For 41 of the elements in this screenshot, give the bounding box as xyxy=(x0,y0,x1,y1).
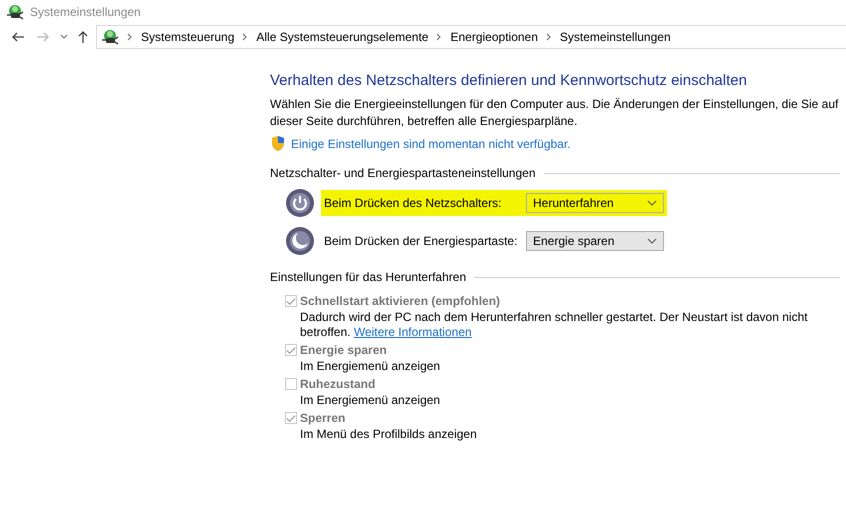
section-title: Netzschalter- und Energiespartasteneinstellungen xyxy=(270,166,536,180)
option-description: Dadurch wird der PC nach dem Herunterfahren schneller gestartet. Der Neustart ist davon nicht betroffen. Weitere Informationen xyxy=(300,310,809,340)
option-label: Schnellstart aktivieren (empfohlen) xyxy=(300,294,500,308)
option-description: Im Energiemenü anzeigen xyxy=(300,359,442,374)
power-icon xyxy=(285,188,315,218)
setting-label: Beim Drücken des Netzschalters: xyxy=(324,196,502,210)
option-label: Sperren xyxy=(300,411,346,425)
app-icon xyxy=(6,3,24,21)
checkmark-icon xyxy=(286,296,296,306)
moon-icon xyxy=(285,226,315,256)
caret-icon xyxy=(647,238,657,244)
address-bar[interactable]: Systemsteuerung Alle Systemsteuerungselemente Energieoptionen Systemeinstellungen xyxy=(96,25,846,49)
breadcrumb-item[interactable]: Alle Systemsteuerungselemente xyxy=(256,30,428,44)
chevron-icon xyxy=(546,33,552,41)
dropdown[interactable]: Energie sparen xyxy=(526,231,664,251)
up-icon[interactable] xyxy=(77,30,89,44)
breadcrumb-item[interactable]: Systemeinstellungen xyxy=(560,30,671,44)
shield-icon xyxy=(270,135,286,152)
checkmark-icon xyxy=(286,414,296,422)
window-title: Systemeinstellungen xyxy=(30,5,141,19)
checkmark-icon xyxy=(286,346,296,354)
chevron-icon xyxy=(127,33,133,41)
chevron-icon xyxy=(242,33,248,41)
caret-icon xyxy=(647,200,657,206)
option-description: Im Menü des Profilbilds anzeigen xyxy=(300,427,478,442)
chevron-icon xyxy=(436,33,442,41)
section-title: Einstellungen für das Herunterfahren xyxy=(270,270,466,284)
setting-label: Beim Drücken der Energiespartaste: xyxy=(324,234,518,248)
breadcrumb-item[interactable]: Energieoptionen xyxy=(450,30,538,44)
dropdown-icon[interactable] xyxy=(60,34,68,40)
dropdown[interactable]: Herunterfahren xyxy=(526,193,664,213)
control-panel-icon xyxy=(101,28,119,46)
breadcrumb-item[interactable]: Systemsteuerung xyxy=(141,30,234,44)
option-description: Im Energiemenü anzeigen xyxy=(300,393,442,408)
page-heading: Verhalten des Netzschalters definieren und Kennwortschutz einschalten xyxy=(270,72,748,89)
back-icon[interactable] xyxy=(11,30,25,44)
forward-icon[interactable] xyxy=(36,30,50,44)
option-label: Ruhezustand xyxy=(300,377,376,391)
option-label: Energie sparen xyxy=(300,343,387,357)
settings-link[interactable]: Einige Einstellungen sind momentan nicht verfügbar. xyxy=(291,136,571,150)
intro-text: Wählen Sie die Energieeinstellungen für den Computer aus. Die Änderungen der Einstellungen, die Sie auf dieser Seite durchführen, betreffen alle Energiesparpläne. xyxy=(270,96,840,130)
